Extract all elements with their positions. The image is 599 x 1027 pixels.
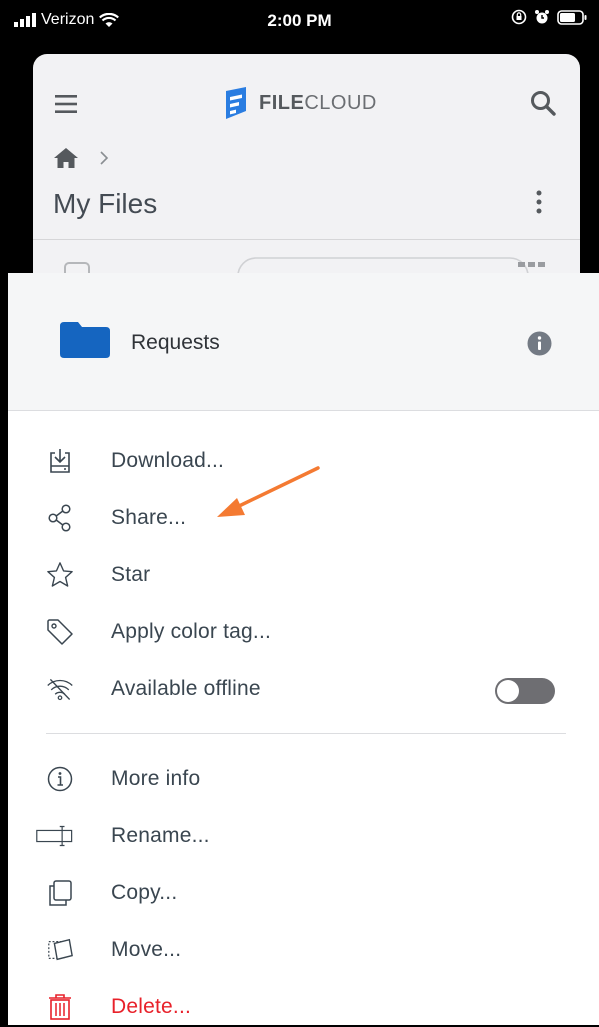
toggle-knob — [497, 680, 519, 702]
offline-icon — [46, 675, 74, 703]
download-icon — [46, 447, 74, 475]
action-label: Apply color tag... — [111, 620, 272, 643]
alarm-icon — [535, 10, 549, 24]
status-time: 2:00 PM — [267, 11, 332, 30]
action-label: Share... — [111, 506, 187, 529]
action-label: Copy... — [111, 881, 178, 904]
trash-icon — [46, 993, 74, 1021]
share-icon — [46, 504, 74, 532]
app-background-card: FILECLOUD My Files — [33, 54, 580, 294]
filecloud-logo: FILECLOUD — [223, 87, 377, 119]
search-icon[interactable] — [530, 90, 556, 116]
offline-toggle[interactable] — [495, 678, 555, 704]
copy-icon — [46, 879, 74, 907]
action-delete[interactable]: Delete... — [46, 987, 191, 1027]
hamburger-icon[interactable] — [55, 95, 77, 113]
item-name: Requests — [131, 331, 220, 354]
battery-icon — [557, 9, 587, 25]
action-move[interactable]: Move... — [46, 930, 181, 970]
action-label: Move... — [111, 938, 182, 961]
action-label: Rename... — [111, 824, 210, 847]
section-divider — [46, 733, 566, 734]
action-sheet: Requests Download... Share... Star Apply… — [8, 273, 599, 1025]
card-divider — [33, 239, 580, 240]
chevron-right-icon — [100, 151, 109, 165]
kebab-icon[interactable] — [536, 190, 542, 214]
filecloud-logo-icon — [226, 87, 246, 119]
action-share[interactable]: Share... — [46, 498, 186, 538]
action-copy[interactable]: Copy... — [46, 873, 177, 913]
action-download[interactable]: Download... — [46, 441, 224, 481]
annotation-arrow — [217, 466, 320, 517]
action-label: More info — [111, 767, 201, 790]
action-label: Delete... — [111, 995, 192, 1018]
action-more-info[interactable]: More info — [46, 759, 200, 799]
logo-wordmark-light: CLOUD — [304, 91, 377, 114]
status-bar: Verizon 2:00 PM — [0, 0, 599, 40]
action-label: Star — [111, 563, 151, 586]
logo-wordmark-bold: FILE — [259, 91, 305, 114]
folder-icon — [60, 322, 110, 358]
breadcrumb — [53, 147, 109, 169]
star-icon — [46, 561, 74, 589]
action-label: Available offline — [111, 677, 261, 700]
move-icon — [46, 936, 74, 964]
action-rename[interactable]: Rename... — [36, 816, 210, 856]
action-apply-color-tag[interactable]: Apply color tag... — [46, 612, 271, 652]
home-icon[interactable] — [53, 147, 79, 169]
tag-icon — [46, 618, 74, 646]
status-right-icons — [511, 9, 587, 25]
action-star[interactable]: Star — [46, 555, 150, 595]
logo-wordmark: FILECLOUD — [259, 92, 377, 115]
orientation-lock-icon — [511, 9, 527, 25]
sheet-header: Requests — [8, 273, 599, 411]
info-icon — [46, 765, 74, 793]
action-available-offline: Available offline — [46, 669, 261, 709]
rename-icon — [36, 822, 74, 850]
info-button-icon[interactable] — [527, 331, 552, 356]
page-title: My Files — [53, 188, 158, 219]
